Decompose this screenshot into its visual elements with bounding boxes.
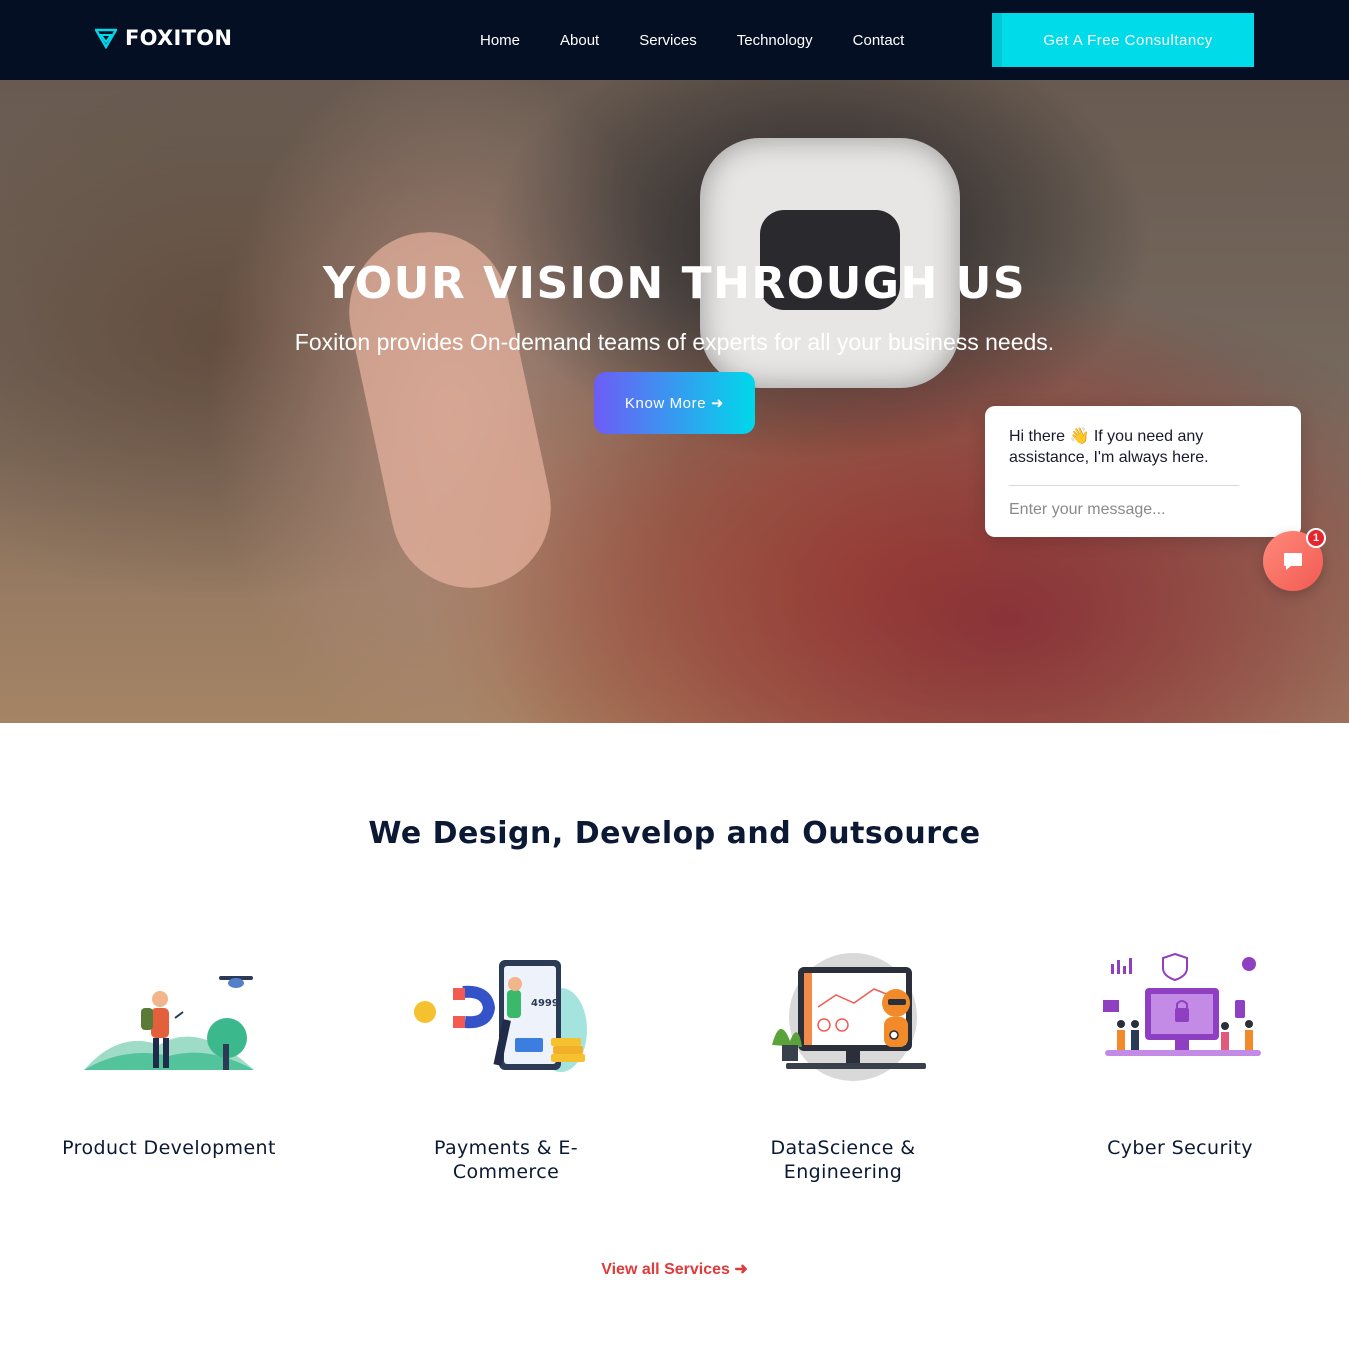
- chat-divider: [1009, 485, 1239, 486]
- free-consultancy-button[interactable]: Get A Free Consultancy: [992, 13, 1254, 67]
- view-all-services-link[interactable]: View all Services ➜: [0, 1259, 1349, 1279]
- magnet-phone-illustration: 4999: [386, 940, 626, 1090]
- services-heading: We Design, Develop and Outsource: [368, 816, 981, 851]
- hero-banner: YOUR VISION THROUGH US Foxiton provides …: [0, 80, 1349, 723]
- navbar: FOXITON Home About Services Technology C…: [0, 0, 1349, 80]
- svg-text:4999: 4999: [531, 998, 559, 1009]
- nav-technology[interactable]: Technology: [717, 32, 833, 49]
- hero-subtitle: Foxiton provides On-demand teams of expe…: [294, 329, 1055, 355]
- service-title: Product Development: [62, 1137, 276, 1159]
- service-datascience-engineering[interactable]: DataScience & Engineering: [723, 940, 963, 1184]
- know-more-button[interactable]: Know More ➜: [594, 372, 755, 434]
- brand-logo[interactable]: FOXITON: [95, 26, 232, 50]
- chat-greeting: Hi there 👋 If you need any assistance, I…: [1009, 428, 1209, 466]
- chat-bubble-icon: [1284, 553, 1302, 570]
- service-title: Cyber Security: [1107, 1137, 1253, 1159]
- triangle-logo-icon: [95, 28, 117, 49]
- service-product-development[interactable]: Product Development: [49, 940, 289, 1160]
- hero-title: YOUR VISION THROUGH US: [322, 258, 1027, 309]
- lock-monitor-illustration: [1060, 940, 1300, 1090]
- brand-name: FOXITON: [125, 26, 233, 50]
- nav-services[interactable]: Services: [619, 32, 717, 49]
- nav-contact[interactable]: Contact: [833, 32, 925, 49]
- nav-about[interactable]: About: [540, 32, 619, 49]
- chat-message-input[interactable]: [1009, 498, 1239, 522]
- chat-unread-badge: 1: [1306, 528, 1326, 548]
- nav-home[interactable]: Home: [460, 32, 540, 49]
- main-nav: Home About Services Technology Contact: [460, 0, 924, 80]
- robot-monitor-illustration: [723, 940, 963, 1090]
- chat-widget: Hi there 👋 If you need any assistance, I…: [985, 406, 1301, 537]
- service-title: Payments & E-Commerce: [433, 1137, 579, 1183]
- service-cyber-security[interactable]: Cyber Security: [1060, 940, 1300, 1160]
- hiker-drone-illustration: [49, 940, 289, 1090]
- service-title: DataScience & Engineering: [770, 1137, 916, 1183]
- service-payments-ecommerce[interactable]: 4999 Payments & E-Commerce: [386, 940, 626, 1184]
